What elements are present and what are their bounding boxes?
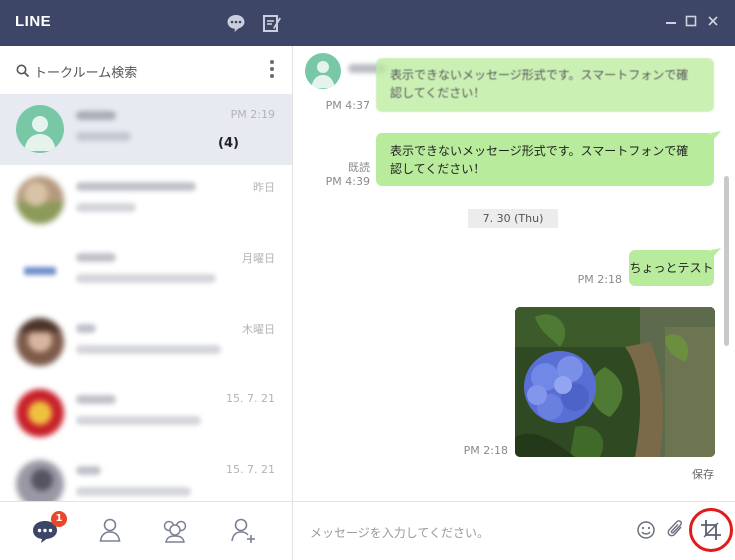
photo-message[interactable] <box>515 307 715 457</box>
chat-bubble-icon[interactable] <box>226 13 246 33</box>
blurred-contact-name <box>76 253 116 262</box>
message-time: PM 2:18 <box>577 273 622 286</box>
blurred-message-preview <box>76 274 216 283</box>
message-bubble[interactable]: ちょっとテスト <box>629 250 714 286</box>
message-input[interactable]: メッセージを入力してください。 <box>310 524 489 541</box>
blurred-contact-name <box>76 324 96 333</box>
contact-avatar[interactable] <box>305 53 341 89</box>
emoji-icon[interactable] <box>636 520 656 540</box>
chat-list: PM 2:19 昨日 月曜日 木曜日 15. 7. 21 15. 7. 21 <box>0 94 292 520</box>
date-separator: 7. 30 (Thu) <box>468 209 558 228</box>
maximize-button[interactable] <box>684 14 698 30</box>
chat-time: 昨日 <box>253 181 275 194</box>
bubble-tail <box>711 131 721 139</box>
save-link[interactable]: 保存 <box>692 466 714 482</box>
message-time: PM 2:18 <box>463 444 508 457</box>
blurred-message-preview <box>76 132 131 141</box>
chat-list-item[interactable]: 木曜日 <box>0 307 292 378</box>
search-icon <box>16 63 30 82</box>
blurred-contact-name <box>76 182 196 191</box>
chat-list-item[interactable]: PM 2:19 <box>0 94 292 165</box>
message-text: 表示できないメッセージ形式です。スマートフォンで確認してください！ <box>390 68 689 100</box>
message-text: ちょっとテスト <box>629 261 714 275</box>
bottom-navigation <box>0 501 292 560</box>
attachment-clip-icon[interactable] <box>666 518 686 540</box>
chat-time: 月曜日 <box>242 252 275 265</box>
groups-tab-icon[interactable] <box>157 512 193 548</box>
app-logo: LINE <box>15 13 52 30</box>
blurred-contact-name <box>76 111 116 120</box>
chat-time: 15. 7. 21 <box>226 392 275 405</box>
message-time: PM 4:37 <box>325 99 370 112</box>
avatar <box>16 389 64 437</box>
highlight-circle <box>689 508 733 552</box>
message-time: PM 4:39 <box>325 175 370 188</box>
close-button[interactable] <box>706 14 720 30</box>
blurred-message-preview <box>76 345 221 354</box>
avatar <box>16 105 64 153</box>
read-status: 既読 <box>348 161 370 174</box>
conversation-panel <box>293 46 735 560</box>
message-text: 表示できないメッセージ形式です。スマートフォンで確認してください！ <box>390 144 689 176</box>
chat-time: 15. 7. 21 <box>226 463 275 476</box>
title-bar: LINE <box>0 0 735 46</box>
blurred-message-preview <box>76 487 191 496</box>
compose-note-icon[interactable] <box>262 13 282 33</box>
chat-list-item[interactable]: 昨日 <box>0 165 292 236</box>
avatar <box>16 247 64 295</box>
message-bubble[interactable]: 表示できないメッセージ形式です。スマートフォンで確認してください！ <box>376 58 714 112</box>
message-bubble[interactable]: 表示できないメッセージ形式です。スマートフォンで確認してください！ <box>376 133 714 186</box>
blurred-contact-name <box>76 466 101 475</box>
avatar <box>16 318 64 366</box>
friends-tab-icon[interactable] <box>92 512 128 548</box>
blurred-message-preview <box>76 416 201 425</box>
chat-time: 木曜日 <box>242 323 275 336</box>
chat-time: PM 2:19 <box>230 108 275 121</box>
scrollbar[interactable] <box>724 176 729 346</box>
add-friend-tab-icon[interactable] <box>225 512 261 548</box>
search-bar[interactable]: トークルーム検索 <box>0 46 292 96</box>
chat-list-item[interactable]: 15. 7. 21 <box>0 378 292 449</box>
bubble-tail <box>711 248 721 256</box>
blurred-message-preview <box>76 203 136 212</box>
minimize-button[interactable] <box>664 14 678 30</box>
unread-count: (4) <box>218 136 239 151</box>
search-input[interactable]: トークルーム検索 <box>34 62 137 81</box>
notification-badge: 1 <box>51 511 67 527</box>
blurred-contact-name <box>76 395 116 404</box>
chat-list-item[interactable]: 月曜日 <box>0 236 292 307</box>
more-options-icon[interactable] <box>268 60 276 80</box>
avatar <box>16 176 64 224</box>
chat-list-panel: トークルーム検索 PM 2:19 昨日 月曜日 木曜日 15. 7. 21 15… <box>0 46 293 560</box>
